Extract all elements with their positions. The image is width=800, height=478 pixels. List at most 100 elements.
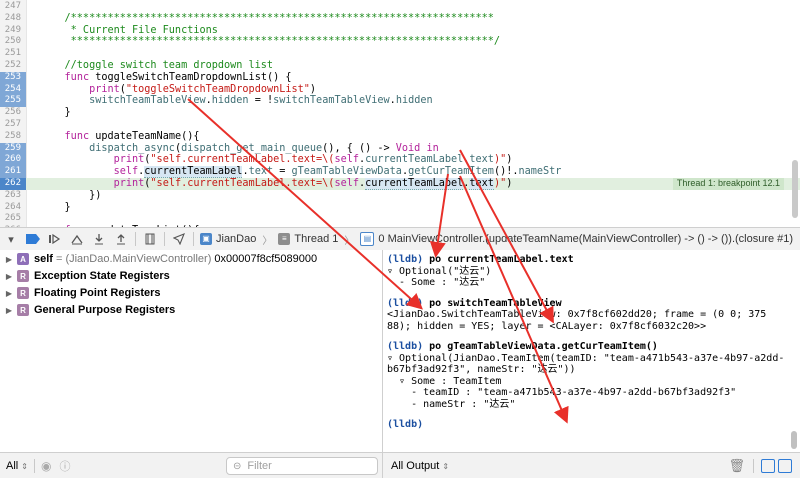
code-line[interactable]: 263 }) xyxy=(0,190,800,202)
code-line[interactable]: 253 func toggleSwitchTeamDropdownList() … xyxy=(0,71,800,84)
console-command-line: (lldb) po switchTeamTableView xyxy=(387,298,562,310)
output-selector-label: All Output xyxy=(391,459,440,472)
info-icon[interactable]: ⓘ xyxy=(59,458,70,474)
line-number: 256 xyxy=(4,107,21,118)
code-line[interactable]: 248 /***********************************… xyxy=(0,13,800,25)
variable-row[interactable]: ▶ R General Purpose Registers xyxy=(0,301,181,319)
console-output-line: ▿ Some : TeamItem xyxy=(387,375,502,387)
step-over-icon[interactable] xyxy=(66,228,88,250)
source-editor[interactable]: 247 248 /********************************… xyxy=(0,0,800,227)
variable-type: = (JianDao.MainViewController) xyxy=(55,253,212,265)
step-out-icon[interactable] xyxy=(110,228,132,250)
stack-frame-icon: ▤ xyxy=(360,232,375,246)
code-token: //toggle switch team dropdown list xyxy=(40,60,274,71)
breadcrumb-project[interactable]: ▣ JianDao xyxy=(197,233,259,245)
filter-icon: ⊝ xyxy=(233,460,242,472)
code-text: /***************************************… xyxy=(40,13,494,25)
code-line[interactable]: 260 print("self.currentTeamLabel.text=\(… xyxy=(0,154,800,167)
code-token: print xyxy=(113,178,145,189)
console-output-line: - teamID : "team-a471b543-a37e-4b97-a2dd… xyxy=(387,387,737,398)
code-line[interactable]: 254 print("toggleSwitchTeamDropdownList"… xyxy=(0,83,800,96)
toolbar-separator xyxy=(193,232,194,246)
breakpoints-toggle-icon[interactable] xyxy=(22,228,44,250)
breadcrumb-frame-label: 0 MainViewController.(updateTeamName(Mai… xyxy=(378,233,794,245)
app-icon: ▣ xyxy=(200,233,212,245)
code-token: ****************************************… xyxy=(40,36,501,48)
continue-icon[interactable] xyxy=(44,228,66,250)
eye-icon[interactable]: ◉ xyxy=(41,459,51,473)
code-text: * Current File Functions xyxy=(40,25,218,37)
code-token: }) xyxy=(40,189,102,201)
trash-icon[interactable]: 🗑 xyxy=(728,458,745,474)
console-output-line: ▿ Optional("达云") xyxy=(387,265,492,277)
variable-row[interactable]: ▶ R Exception State Registers xyxy=(0,267,176,285)
console-scrollbar[interactable] xyxy=(791,431,797,449)
code-line[interactable]: 252 //toggle switch team dropdown list xyxy=(0,60,800,72)
line-number: 251 xyxy=(4,48,21,59)
code-line[interactable]: 265 xyxy=(0,213,800,225)
console-output-line: <JianDao.SwitchTeamTableView: 0x7f8cf602… xyxy=(387,309,767,320)
disclosure-triangle-icon[interactable]: ▶ xyxy=(4,289,14,298)
filter-field[interactable]: ⊝ xyxy=(226,457,378,475)
disclosure-triangle-icon[interactable]: ▶ xyxy=(4,255,14,264)
code-line[interactable]: 250 ************************************… xyxy=(0,36,800,48)
console-output-line: b67bf3ad92f3", nameStr: "达云")) xyxy=(387,364,576,375)
code-token: currentTeamLabel xyxy=(144,166,243,179)
show-variables-view-icon[interactable] xyxy=(761,458,775,473)
scope-selector[interactable]: All ⇕ xyxy=(6,460,28,472)
code-token: currentTeamLabel xyxy=(365,154,464,166)
code-line[interactable]: 247 xyxy=(0,1,800,13)
code-token: func xyxy=(64,130,90,142)
variable-row[interactable]: ▶ Aself = (JianDao.MainViewController) 0x00… xyxy=(0,250,317,268)
line-number: 263 xyxy=(4,189,21,200)
console-output[interactable]: (lldb) po currentTeamLabel.text ▿ Optiona… xyxy=(383,250,800,452)
lldb-prompt: (lldb) xyxy=(387,419,424,430)
console-output-line: - Some : "达云" xyxy=(387,277,486,288)
editor-scrollbar[interactable] xyxy=(792,160,798,218)
code-token: text xyxy=(248,166,274,178)
variables-footer: All ⇕ ◉ ⓘ ⊝ xyxy=(0,452,383,478)
code-text: print("toggleSwitchTeamDropdownList") xyxy=(40,84,316,96)
filter-input[interactable] xyxy=(245,459,370,473)
code-line[interactable]: 251 xyxy=(0,48,800,60)
code-token: dispatch_get_main_queue xyxy=(181,142,323,154)
breadcrumb-thread-label: Thread 1 xyxy=(294,233,339,245)
code-line[interactable]: 258 func updateTeamName(){ xyxy=(0,131,800,143)
disclosure-triangle-icon[interactable]: ▶ xyxy=(4,272,14,281)
view-hierarchy-icon[interactable] xyxy=(139,228,161,250)
code-text: func toggleSwitchTeamDropdownList() { xyxy=(40,72,292,84)
code-line[interactable]: 259 dispatch_async(dispatch_get_main_que… xyxy=(0,142,800,155)
code-token: = ! xyxy=(248,95,274,107)
breadcrumb-frame[interactable]: ▤ 0 MainViewController.(updateTeamName(M… xyxy=(357,232,796,246)
code-line[interactable]: 257 xyxy=(0,119,800,131)
code-text: //toggle switch team dropdown list xyxy=(40,60,274,72)
debug-toolbar: ▾ ▣ JianDao 〉 ≡ Thread 1 〉 ▤ 0 MainViewC… xyxy=(0,227,800,251)
simulate-location-icon[interactable] xyxy=(168,228,190,250)
code-line[interactable]: 264 } xyxy=(0,202,800,214)
code-line[interactable]: 256 } xyxy=(0,107,800,119)
disclosure-triangle-icon[interactable]: ▶ xyxy=(4,306,14,315)
code-line[interactable]: 249 * Current File Functions xyxy=(0,25,800,37)
code-token: updateTeamName(){ xyxy=(89,130,200,142)
variable-row[interactable]: ▶ R Floating Point Registers xyxy=(0,284,167,302)
code-token: self xyxy=(334,178,359,189)
show-console-view-icon[interactable] xyxy=(778,458,792,473)
step-into-icon[interactable] xyxy=(88,228,110,250)
breadcrumb-thread[interactable]: ≡ Thread 1 xyxy=(275,233,341,245)
line-number: 259 xyxy=(4,142,21,153)
variable-kind-badge: R xyxy=(17,287,29,299)
toolbar-separator xyxy=(164,232,165,246)
output-selector[interactable]: All Output ⇕ xyxy=(391,460,449,472)
code-line[interactable]: 262 print("self.currentTeamLabel.text=\(… xyxy=(0,178,800,190)
variable-value: 0x00007f8cf5089000 xyxy=(214,253,318,265)
code-token: nameStr xyxy=(518,166,562,178)
code-token: "self.currentTeamLabel.text=\( xyxy=(150,154,335,166)
code-line[interactable]: 255 switchTeamTableView.hidden = !switch… xyxy=(0,95,800,108)
code-line[interactable]: 261 self.currentTeamLabel.text = gTeamTa… xyxy=(0,166,800,179)
footer-separator xyxy=(34,458,35,473)
variables-view[interactable]: ▶ Aself = (JianDao.MainViewController) 0x00… xyxy=(0,250,383,452)
toggle-debug-area-icon[interactable]: ▾ xyxy=(0,228,22,250)
